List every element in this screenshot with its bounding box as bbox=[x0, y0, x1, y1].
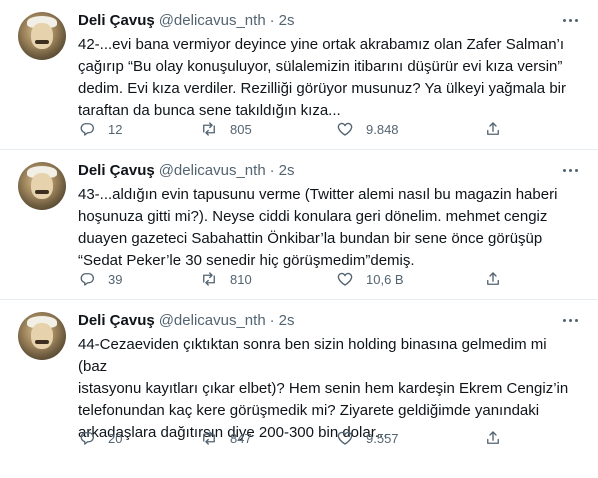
avatar[interactable] bbox=[18, 162, 66, 210]
tweet-header: Deli Çavuş @delicavus_nth · 2s bbox=[78, 161, 582, 181]
tweet[interactable]: Deli Çavuş @delicavus_nth · 2s 43-...ald… bbox=[0, 150, 598, 300]
author-name[interactable]: Deli Çavuş bbox=[78, 161, 155, 181]
share-button[interactable] bbox=[484, 120, 502, 138]
tweet-header: Deli Çavuş @delicavus_nth · 2s bbox=[78, 311, 582, 331]
tweet-header: Deli Çavuş @delicavus_nth · 2s bbox=[78, 11, 582, 31]
retweet-count: 805 bbox=[230, 121, 252, 137]
avatar[interactable] bbox=[18, 12, 66, 60]
timestamp[interactable]: 2s bbox=[279, 161, 295, 181]
author-handle[interactable]: @delicavus_nth bbox=[159, 161, 266, 181]
more-icon[interactable] bbox=[560, 310, 580, 330]
retweet-count: 810 bbox=[230, 271, 252, 287]
like-count: 9.557 bbox=[366, 430, 399, 446]
author-name[interactable]: Deli Çavuş bbox=[78, 11, 155, 31]
reply-icon bbox=[80, 123, 95, 136]
like-button[interactable]: 9.557 bbox=[336, 429, 399, 447]
reply-button[interactable]: 39 bbox=[78, 270, 122, 288]
reply-icon bbox=[80, 432, 95, 445]
more-icon[interactable] bbox=[560, 10, 580, 30]
separator: · bbox=[269, 12, 275, 29]
author-name[interactable]: Deli Çavuş bbox=[78, 311, 155, 331]
timestamp[interactable]: 2s bbox=[279, 11, 295, 31]
reply-count: 12 bbox=[108, 121, 123, 137]
share-icon bbox=[487, 272, 499, 285]
reply-button[interactable]: 12 bbox=[78, 120, 122, 138]
share-icon bbox=[487, 431, 499, 444]
retweet-button[interactable]: 805 bbox=[200, 120, 252, 138]
retweet-button[interactable]: 810 bbox=[200, 270, 252, 288]
tweet[interactable]: Deli Çavuş @delicavus_nth · 2s 42-...evi… bbox=[0, 0, 598, 150]
author-handle[interactable]: @delicavus_nth bbox=[159, 11, 266, 31]
timeline: Deli Çavuş @delicavus_nth · 2s 42-...evi… bbox=[0, 0, 598, 458]
timestamp[interactable]: 2s bbox=[279, 311, 295, 331]
author-handle[interactable]: @delicavus_nth bbox=[159, 311, 266, 331]
retweet-icon bbox=[203, 122, 215, 136]
retweet-count: 847 bbox=[230, 430, 252, 446]
like-count: 10,6 B bbox=[366, 271, 404, 287]
more-icon[interactable] bbox=[560, 160, 580, 180]
retweet-icon bbox=[203, 431, 215, 445]
tweet-text: 42-...evi bana vermiyor deyince yine ort… bbox=[78, 36, 566, 119]
reply-button[interactable]: 20 bbox=[78, 429, 122, 447]
like-count: 9.848 bbox=[366, 121, 399, 137]
reply-icon bbox=[80, 273, 95, 286]
reply-count: 20 bbox=[108, 430, 123, 446]
share-button[interactable] bbox=[484, 270, 502, 288]
separator: · bbox=[269, 162, 275, 179]
share-button[interactable] bbox=[484, 429, 502, 447]
retweet-icon bbox=[203, 272, 215, 286]
like-button[interactable]: 10,6 B bbox=[336, 270, 404, 288]
tweet-actions: 20 847 9.557 bbox=[78, 426, 582, 450]
tweet[interactable]: Deli Çavuş @delicavus_nth · 2s 44-Cezaev… bbox=[0, 300, 598, 458]
like-icon bbox=[337, 431, 353, 445]
retweet-button[interactable]: 847 bbox=[200, 429, 252, 447]
separator: · bbox=[269, 312, 275, 329]
tweet-actions: 39 810 10,6 B bbox=[78, 267, 582, 291]
like-button[interactable]: 9.848 bbox=[336, 120, 399, 138]
like-icon bbox=[337, 122, 353, 136]
share-icon bbox=[487, 122, 499, 135]
like-icon bbox=[337, 272, 353, 286]
avatar[interactable] bbox=[18, 312, 66, 360]
reply-count: 39 bbox=[108, 271, 123, 287]
tweet-text: 43-...aldığın evin tapusunu verme (Twitt… bbox=[78, 186, 558, 269]
tweet-actions: 12 805 9.848 bbox=[78, 117, 582, 141]
